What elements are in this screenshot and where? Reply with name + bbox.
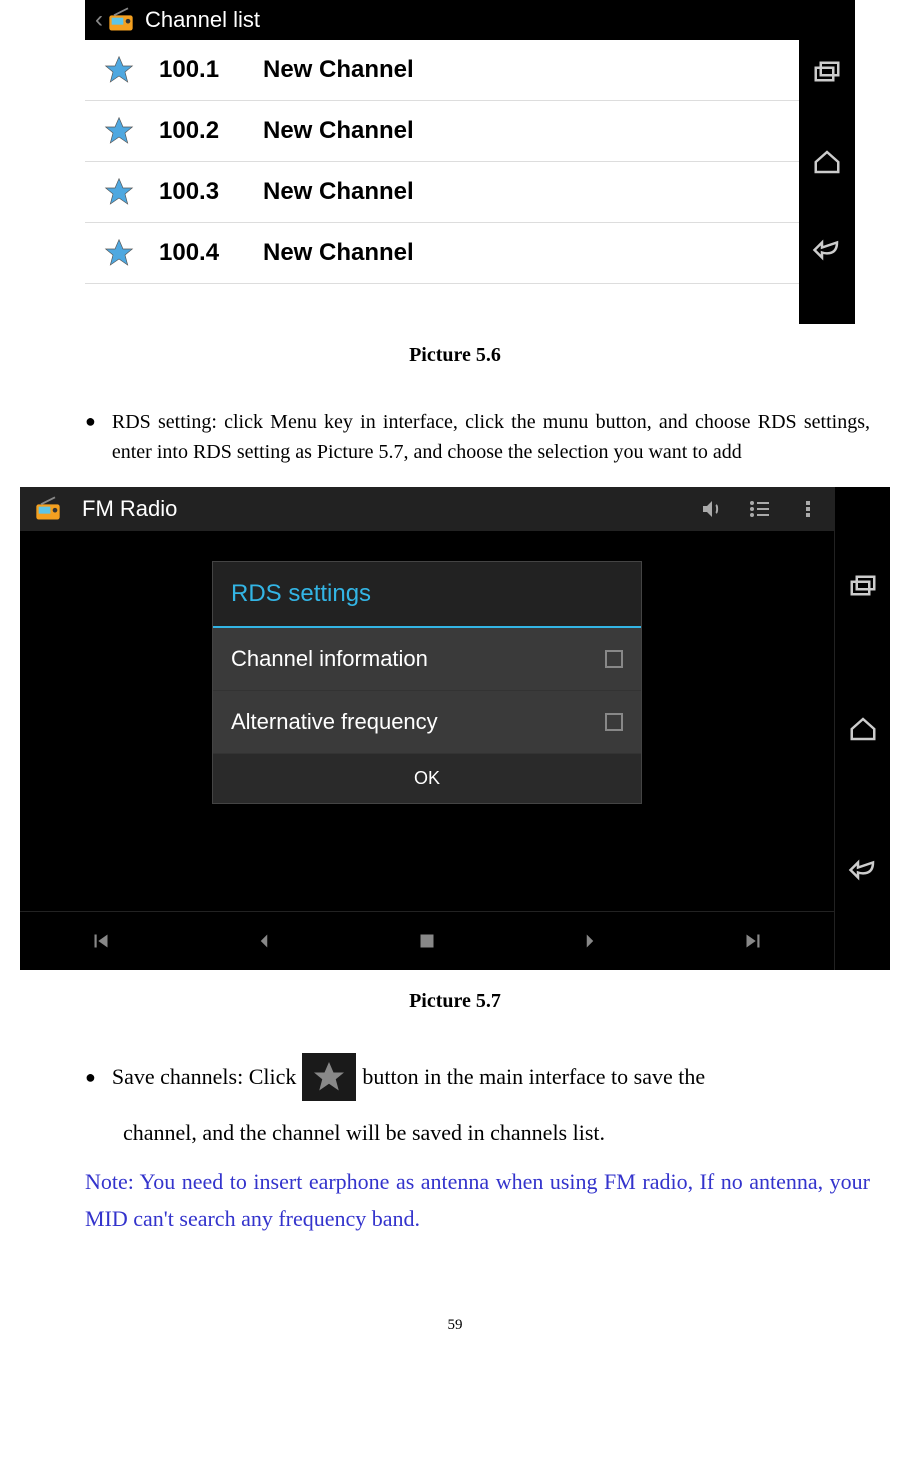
prev-icon[interactable] xyxy=(251,928,277,954)
page-number: 59 xyxy=(40,1317,870,1334)
save-continue-text: channel, and the channel will be saved i… xyxy=(123,1113,870,1153)
channel-item[interactable]: 100.1 New Channel xyxy=(85,40,799,101)
alt-freq-label: Alternative frequency xyxy=(231,709,438,735)
rds-dialog: RDS settings Channel information Alterna… xyxy=(212,561,642,804)
channel-freq: 100.2 xyxy=(159,117,239,145)
back-icon[interactable] xyxy=(812,235,842,265)
star-button-icon xyxy=(302,1053,356,1101)
fm-radio-body: RDS settings Channel information Alterna… xyxy=(20,531,834,911)
rds-text: RDS setting: click Menu key in interface… xyxy=(112,407,870,467)
save-pre-text: Save channels: Click xyxy=(112,1057,297,1097)
speaker-icon[interactable] xyxy=(700,497,724,521)
fm-controls xyxy=(20,911,834,970)
note-text: Note: You need to insert earphone as ant… xyxy=(85,1163,870,1238)
android-nav-bar xyxy=(799,0,855,324)
rds-dialog-title: RDS settings xyxy=(213,562,641,628)
ok-button[interactable]: OK xyxy=(213,754,641,803)
channel-name: New Channel xyxy=(263,178,414,206)
star-icon xyxy=(103,115,135,147)
home-icon[interactable] xyxy=(812,147,842,177)
radio-icon xyxy=(34,495,62,523)
channel-name: New Channel xyxy=(263,239,414,267)
channel-list: 100.1 New Channel 100.2 New Channel 100.… xyxy=(85,40,799,324)
picture-caption: Picture 5.6 xyxy=(40,344,870,367)
back-chevron-icon[interactable]: ‹ xyxy=(95,6,103,34)
star-icon xyxy=(103,176,135,208)
save-paragraph: ● Save channels: Click button in the mai… xyxy=(85,1053,870,1101)
skip-prev-icon[interactable] xyxy=(88,928,114,954)
skip-next-icon[interactable] xyxy=(740,928,766,954)
bullet-icon: ● xyxy=(85,407,96,467)
checkbox-icon[interactable] xyxy=(605,713,623,731)
channel-info-item[interactable]: Channel information xyxy=(213,628,641,691)
fm-radio-screenshot: FM Radio RDS settings Channel informatio… xyxy=(20,487,890,970)
channel-list-screenshot: ‹ Channel list 100.1 New Channel 100.2 N… xyxy=(85,0,855,324)
stop-icon[interactable] xyxy=(414,928,440,954)
alt-freq-item[interactable]: Alternative frequency xyxy=(213,691,641,754)
fm-radio-title: FM Radio xyxy=(82,496,177,522)
next-icon[interactable] xyxy=(577,928,603,954)
channel-item[interactable]: 100.3 New Channel xyxy=(85,162,799,223)
home-icon[interactable] xyxy=(848,714,878,744)
channel-list-header: ‹ Channel list xyxy=(85,0,799,40)
recent-apps-icon[interactable] xyxy=(848,573,878,603)
rds-paragraph: ● RDS setting: click Menu key in interfa… xyxy=(85,407,870,467)
channel-list-main: ‹ Channel list 100.1 New Channel 100.2 N… xyxy=(85,0,799,324)
back-icon[interactable] xyxy=(848,855,878,885)
overflow-menu-icon[interactable] xyxy=(796,497,820,521)
channel-list-title: Channel list xyxy=(145,7,260,33)
star-icon xyxy=(103,54,135,86)
fm-radio-main: FM Radio RDS settings Channel informatio… xyxy=(20,487,834,970)
radio-icon xyxy=(107,6,135,34)
star-icon xyxy=(103,237,135,269)
bullet-icon: ● xyxy=(85,1063,96,1092)
checkbox-icon[interactable] xyxy=(605,650,623,668)
android-nav-bar xyxy=(834,487,890,970)
channel-name: New Channel xyxy=(263,56,414,84)
recent-apps-icon[interactable] xyxy=(812,59,842,89)
channel-freq: 100.1 xyxy=(159,56,239,84)
fm-radio-topbar: FM Radio xyxy=(20,487,834,531)
channel-info-label: Channel information xyxy=(231,646,428,672)
channel-freq: 100.3 xyxy=(159,178,239,206)
channel-item[interactable]: 100.4 New Channel xyxy=(85,223,799,284)
channel-freq: 100.4 xyxy=(159,239,239,267)
save-post-text: button in the main interface to save the xyxy=(362,1057,705,1097)
channel-item[interactable]: 100.2 New Channel xyxy=(85,101,799,162)
channel-name: New Channel xyxy=(263,117,414,145)
picture-caption: Picture 5.7 xyxy=(40,990,870,1013)
list-icon[interactable] xyxy=(748,497,772,521)
